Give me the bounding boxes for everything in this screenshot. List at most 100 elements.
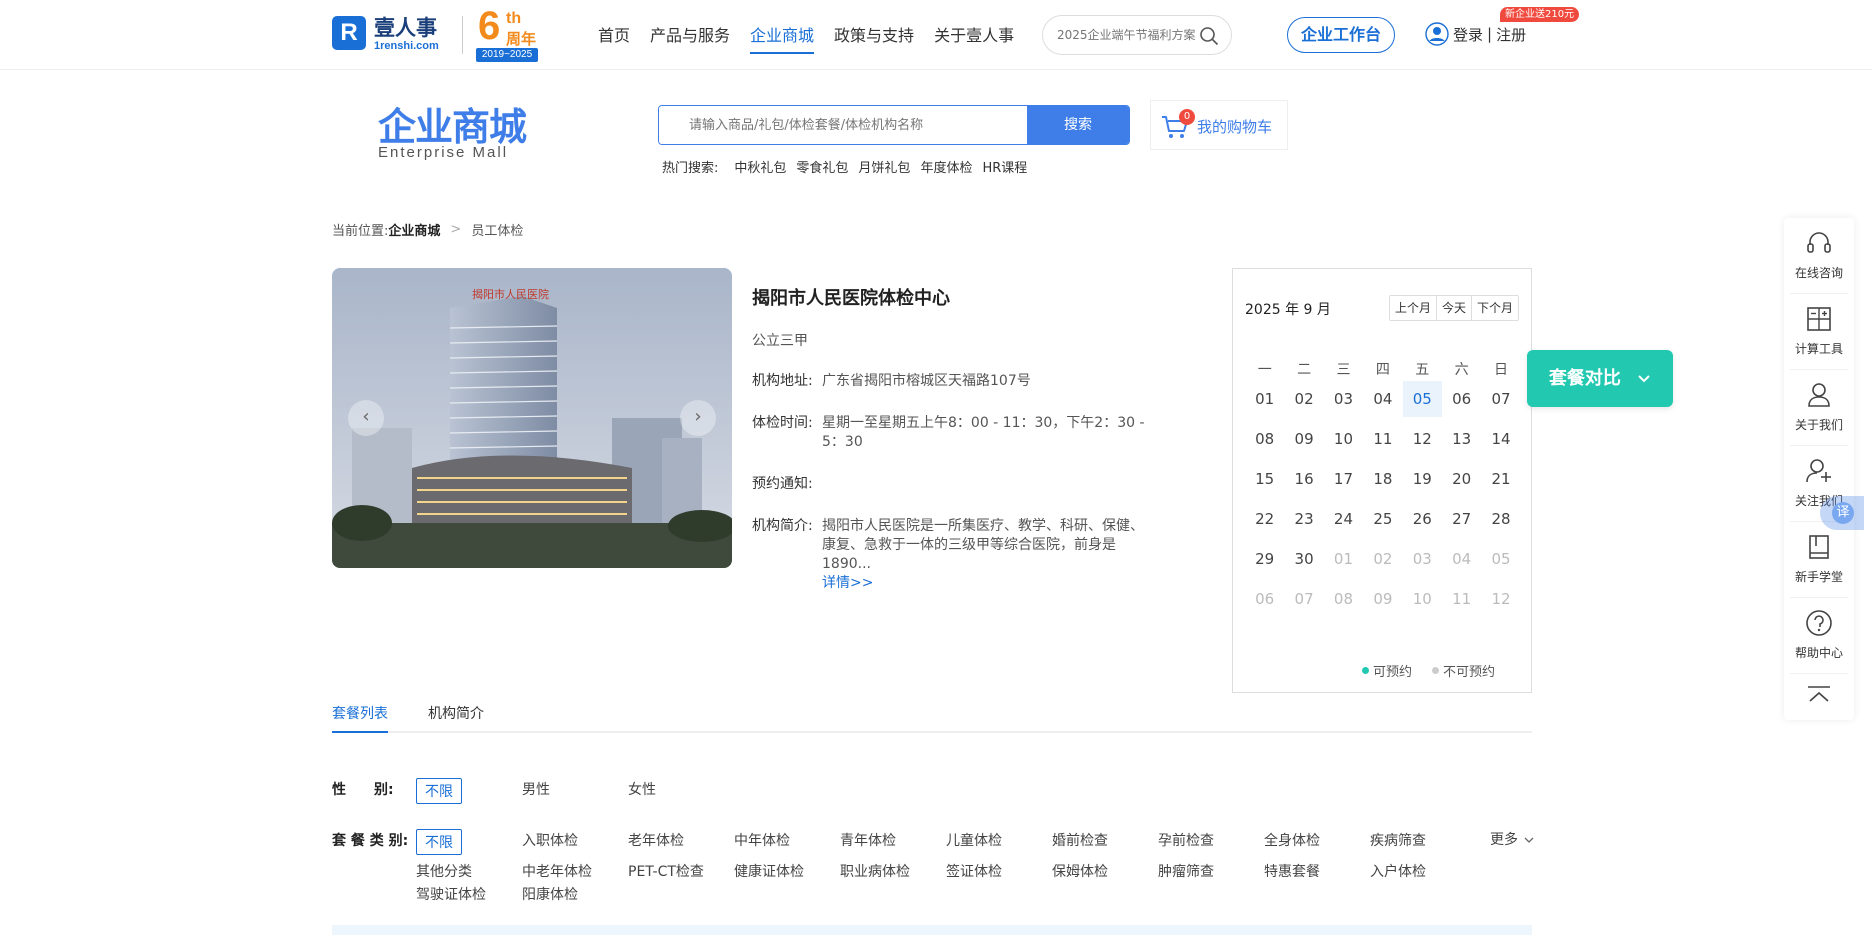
calendar-day[interactable]: 02 — [1363, 541, 1402, 577]
tab-package-list[interactable]: 套餐列表 — [332, 703, 388, 733]
intro-more-link[interactable]: 详情>> — [822, 575, 873, 591]
calendar-day[interactable]: 04 — [1363, 381, 1402, 417]
nav-mall[interactable]: 企业商城 — [750, 22, 815, 54]
sidebar-item-school[interactable]: 新手学堂 — [1790, 522, 1848, 598]
type-option[interactable]: 全身体检 — [1264, 830, 1320, 850]
calendar-day[interactable]: 14 — [1481, 421, 1520, 457]
translate-button[interactable]: 译 — [1820, 496, 1864, 530]
type-option[interactable]: 中年体检 — [734, 830, 790, 850]
type-option[interactable]: 儿童体检 — [946, 830, 1002, 850]
type-option[interactable]: 老年体检 — [628, 830, 684, 850]
sidebar-item-about[interactable]: 关于我们 — [1790, 370, 1848, 446]
calendar-day[interactable]: 01 — [1245, 381, 1284, 417]
calendar-day[interactable]: 10 — [1403, 581, 1442, 617]
back-to-top-button[interactable] — [1790, 674, 1848, 716]
calendar-day[interactable]: 18 — [1363, 461, 1402, 497]
calendar-day[interactable]: 11 — [1363, 421, 1402, 457]
calendar-day[interactable]: 04 — [1442, 541, 1481, 577]
calendar-day[interactable]: 01 — [1324, 541, 1363, 577]
calendar-day[interactable]: 21 — [1481, 461, 1520, 497]
calendar-day[interactable]: 07 — [1284, 581, 1323, 617]
nav-products[interactable]: 产品与服务 — [650, 22, 730, 54]
calendar-day[interactable]: 29 — [1245, 541, 1284, 577]
calendar-day[interactable]: 26 — [1403, 501, 1442, 537]
type-option[interactable]: 疾病筛查 — [1370, 830, 1426, 850]
mall-search-input[interactable] — [659, 106, 1029, 144]
type-option[interactable]: 青年体检 — [840, 830, 896, 850]
calendar-day[interactable]: 09 — [1363, 581, 1402, 617]
type-option[interactable]: 其他分类 — [416, 861, 472, 881]
calendar-day[interactable]: 30 — [1284, 541, 1323, 577]
search-button[interactable]: 搜索 — [1027, 106, 1129, 144]
calendar-day[interactable]: 23 — [1284, 501, 1323, 537]
package-compare-button[interactable]: 套餐对比 — [1527, 350, 1673, 407]
calendar-day[interactable]: 07 — [1481, 381, 1520, 417]
hot-search-item[interactable]: 零食礼包 — [796, 157, 848, 176]
calendar-day[interactable]: 06 — [1442, 381, 1481, 417]
register-link[interactable]: 注册 — [1496, 24, 1526, 45]
user-avatar-icon[interactable] — [1425, 22, 1449, 46]
today-button[interactable]: 今天 — [1435, 296, 1471, 320]
calendar-day[interactable]: 17 — [1324, 461, 1363, 497]
breadcrumb-mall[interactable]: 企业商城 — [388, 220, 440, 239]
sidebar-item-consult[interactable]: 在线咨询 — [1790, 218, 1848, 294]
hot-search-item[interactable]: 中秋礼包 — [734, 157, 786, 176]
logo-name[interactable]: 壹人事 — [374, 12, 437, 42]
hot-search-item[interactable]: HR课程 — [982, 157, 1027, 176]
type-option[interactable]: 签证体检 — [946, 861, 1002, 881]
type-option[interactable]: 入职体检 — [522, 830, 578, 850]
calendar-day[interactable]: 08 — [1324, 581, 1363, 617]
logo-icon[interactable]: R — [332, 16, 366, 50]
type-option[interactable]: 特惠套餐 — [1264, 861, 1320, 881]
calendar-day[interactable]: 24 — [1324, 501, 1363, 537]
calendar-day[interactable]: 09 — [1284, 421, 1323, 457]
type-option[interactable]: 阳康体检 — [522, 884, 578, 904]
gender-option[interactable]: 女性 — [628, 779, 656, 799]
hot-search-item[interactable]: 年度体检 — [920, 157, 972, 176]
calendar-day[interactable]: 20 — [1442, 461, 1481, 497]
type-option[interactable]: PET-CT检查 — [628, 861, 704, 881]
calendar-day[interactable]: 15 — [1245, 461, 1284, 497]
calendar-day[interactable]: 19 — [1403, 461, 1442, 497]
carousel-next-button[interactable]: › — [680, 400, 716, 436]
cart-button[interactable]: 0 我的购物车 — [1150, 100, 1288, 150]
calendar-day[interactable]: 06 — [1245, 581, 1284, 617]
next-month-button[interactable]: 下个月 — [1470, 296, 1518, 320]
calendar-day[interactable]: 25 — [1363, 501, 1402, 537]
nav-home[interactable]: 首页 — [598, 22, 630, 54]
prev-month-button[interactable]: 上个月 — [1390, 296, 1436, 320]
login-link[interactable]: 登录 — [1453, 24, 1483, 45]
type-option[interactable]: 中老年体检 — [522, 861, 592, 881]
calendar-day[interactable]: 05 — [1402, 381, 1442, 417]
type-option[interactable]: 健康证体检 — [734, 861, 804, 881]
sidebar-item-calculator[interactable]: 计算工具 — [1790, 294, 1848, 370]
gender-option[interactable]: 男性 — [522, 779, 550, 799]
calendar-day[interactable]: 05 — [1481, 541, 1520, 577]
calendar-day[interactable]: 03 — [1324, 381, 1363, 417]
type-option[interactable]: 保姆体检 — [1052, 861, 1108, 881]
type-option[interactable]: 入户体检 — [1370, 861, 1426, 881]
calendar-day[interactable]: 22 — [1245, 501, 1284, 537]
type-option[interactable]: 孕前检查 — [1158, 830, 1214, 850]
calendar-day[interactable]: 10 — [1324, 421, 1363, 457]
type-option[interactable]: 职业病体检 — [840, 861, 910, 881]
nav-about[interactable]: 关于壹人事 — [934, 22, 1014, 54]
gender-option[interactable]: 不限 — [416, 778, 462, 804]
search-icon[interactable] — [1199, 26, 1219, 46]
calendar-day[interactable]: 28 — [1481, 501, 1520, 537]
filter-more-button[interactable]: 更多 — [1490, 829, 1534, 849]
calendar-day[interactable]: 11 — [1442, 581, 1481, 617]
type-option[interactable]: 肿瘤筛查 — [1158, 861, 1214, 881]
type-option[interactable]: 婚前检查 — [1052, 830, 1108, 850]
sidebar-item-help[interactable]: 帮助中心 — [1790, 598, 1848, 674]
calendar-day[interactable]: 12 — [1481, 581, 1520, 617]
type-option[interactable]: 不限 — [416, 829, 462, 855]
carousel-prev-button[interactable]: ‹ — [348, 400, 384, 436]
top-search-input[interactable] — [1057, 25, 1197, 45]
calendar-day[interactable]: 27 — [1442, 501, 1481, 537]
type-option[interactable]: 驾驶证体检 — [416, 884, 486, 904]
nav-policy[interactable]: 政策与支持 — [834, 22, 914, 54]
tab-institution-intro[interactable]: 机构简介 — [428, 703, 484, 731]
workbench-button[interactable]: 企业工作台 — [1287, 17, 1395, 53]
calendar-day[interactable]: 12 — [1403, 421, 1442, 457]
